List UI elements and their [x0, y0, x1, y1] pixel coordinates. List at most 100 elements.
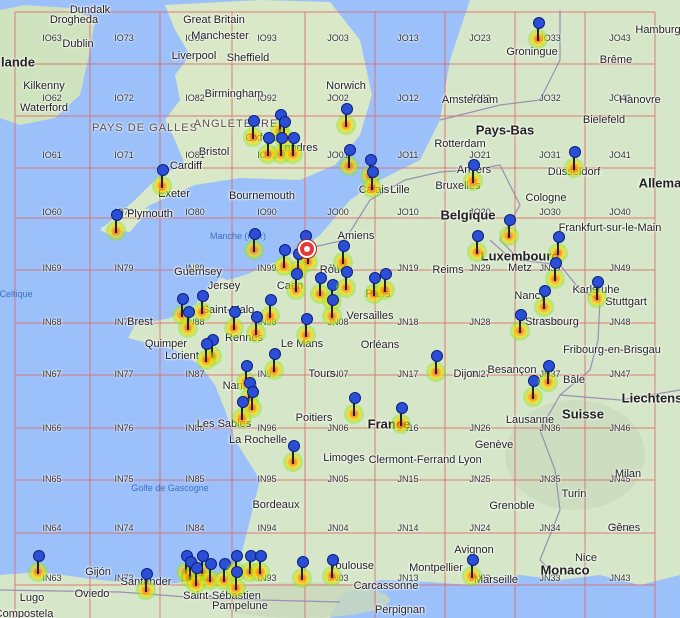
pin-head-icon — [467, 554, 479, 566]
pin-stick — [508, 224, 510, 238]
pin-stick — [371, 176, 373, 190]
grid-square-label: IO93 — [257, 33, 277, 43]
city-label: Waterford — [20, 102, 68, 114]
pin-stick — [273, 358, 275, 372]
map-canvas[interactable]: IO63 IO73 IO83 IO93 JO03 JO13 JO23 JO33 JO43 IO62… — [0, 0, 680, 618]
location-pin[interactable] — [372, 266, 398, 300]
pin-stick — [471, 564, 473, 578]
grid-square-label: JN15 — [397, 474, 419, 484]
location-pin[interactable] — [289, 554, 315, 588]
location-pin[interactable] — [464, 228, 490, 262]
pin-stick — [331, 564, 333, 578]
location-pin[interactable] — [333, 101, 359, 135]
location-pin[interactable] — [423, 348, 449, 382]
pin-head-icon — [249, 228, 261, 240]
location-pin[interactable] — [175, 304, 201, 338]
location-pin[interactable] — [496, 212, 522, 246]
location-pin[interactable] — [319, 292, 345, 326]
location-pin[interactable] — [359, 164, 385, 198]
location-pin[interactable] — [25, 548, 51, 582]
city-label: Lausanne — [505, 414, 555, 426]
location-pin[interactable] — [241, 226, 267, 260]
location-pin[interactable] — [525, 15, 551, 49]
city-label: Perpignan — [374, 604, 426, 616]
location-pin[interactable] — [535, 358, 561, 392]
location-pin[interactable] — [293, 311, 319, 345]
location-pin[interactable] — [459, 552, 485, 586]
city-label: Genève — [474, 439, 514, 451]
pin-stick — [255, 321, 257, 335]
location-pin[interactable] — [531, 283, 557, 317]
pin-head-icon — [569, 146, 581, 158]
location-pin[interactable] — [280, 130, 306, 164]
city-label: Hamburg — [635, 24, 680, 36]
selected-location-marker[interactable] — [298, 240, 316, 258]
grid-square-label: JO11 — [397, 150, 419, 160]
grid-square-label: JO23 — [469, 33, 491, 43]
pin-head-icon — [197, 290, 209, 302]
location-pin[interactable] — [193, 336, 219, 370]
pin-head-icon — [255, 550, 267, 562]
location-pin[interactable] — [341, 390, 367, 424]
pin-head-icon — [301, 313, 313, 325]
pin-head-icon — [550, 257, 562, 269]
grid-square-label: IO72 — [114, 93, 134, 103]
location-pin[interactable] — [460, 157, 486, 191]
pin-stick — [292, 450, 294, 464]
pin-head-icon — [515, 309, 527, 321]
pin-stick — [543, 295, 545, 309]
location-pin[interactable] — [247, 548, 273, 582]
city-label: La Rochelle — [228, 434, 288, 446]
grid-square-label: IN64 — [42, 523, 62, 533]
city-label: Cologne — [525, 192, 567, 204]
grid-square-label: JO00 — [327, 207, 349, 217]
location-pin[interactable] — [103, 207, 129, 241]
pin-stick — [384, 278, 386, 292]
pin-head-icon — [468, 159, 480, 171]
city-label: Bâle — [562, 374, 586, 386]
location-pin[interactable] — [561, 144, 587, 178]
pin-stick — [348, 154, 350, 168]
location-pin[interactable] — [255, 130, 281, 164]
pin-stick — [161, 174, 163, 188]
location-pin[interactable] — [261, 346, 287, 380]
city-label: Orléans — [360, 339, 400, 351]
location-pin[interactable] — [283, 266, 309, 300]
grid-square-label: IO61 — [42, 150, 62, 160]
location-pin[interactable] — [229, 394, 255, 428]
grid-square-label: JN14 — [397, 523, 419, 533]
city-label: Lille — [390, 184, 410, 196]
location-pin[interactable] — [584, 274, 610, 308]
pin-head-icon — [141, 568, 153, 580]
grid-square-label: IN67 — [42, 369, 62, 379]
location-pin[interactable] — [149, 162, 175, 196]
location-pin[interactable] — [280, 438, 306, 472]
location-pin[interactable] — [183, 560, 209, 594]
pin-head-icon — [396, 402, 408, 414]
location-pin[interactable] — [133, 566, 159, 600]
city-label: Bournemouth — [228, 190, 296, 202]
city-label: Limoges — [323, 452, 365, 464]
pin-stick — [145, 578, 147, 592]
city-label: Gênes — [607, 522, 641, 534]
pin-head-icon — [269, 348, 281, 360]
grid-square-label: JN17 — [397, 369, 419, 379]
country-label: PAYS DE GALLES — [92, 122, 198, 134]
grid-square-label: IN79 — [114, 263, 134, 273]
pin-stick — [241, 406, 243, 420]
grid-square-label: JN34 — [539, 523, 561, 533]
location-pin[interactable] — [388, 400, 414, 434]
location-pin[interactable] — [223, 564, 249, 598]
grid-square-label: JN19 — [397, 263, 419, 273]
pin-stick — [476, 240, 478, 254]
location-pin[interactable] — [319, 552, 345, 586]
pin-stick — [115, 219, 117, 233]
city-label: Pampelune — [212, 600, 268, 612]
grid-square-label: JN26 — [469, 423, 491, 433]
location-pin[interactable] — [507, 307, 533, 341]
city-label: Bristol — [198, 146, 230, 158]
grid-square-label: JN24 — [469, 523, 491, 533]
location-pin[interactable] — [243, 309, 269, 343]
city-label: Turin — [561, 488, 587, 500]
city-label: Frankfurt-sur-le-Main — [558, 222, 662, 234]
